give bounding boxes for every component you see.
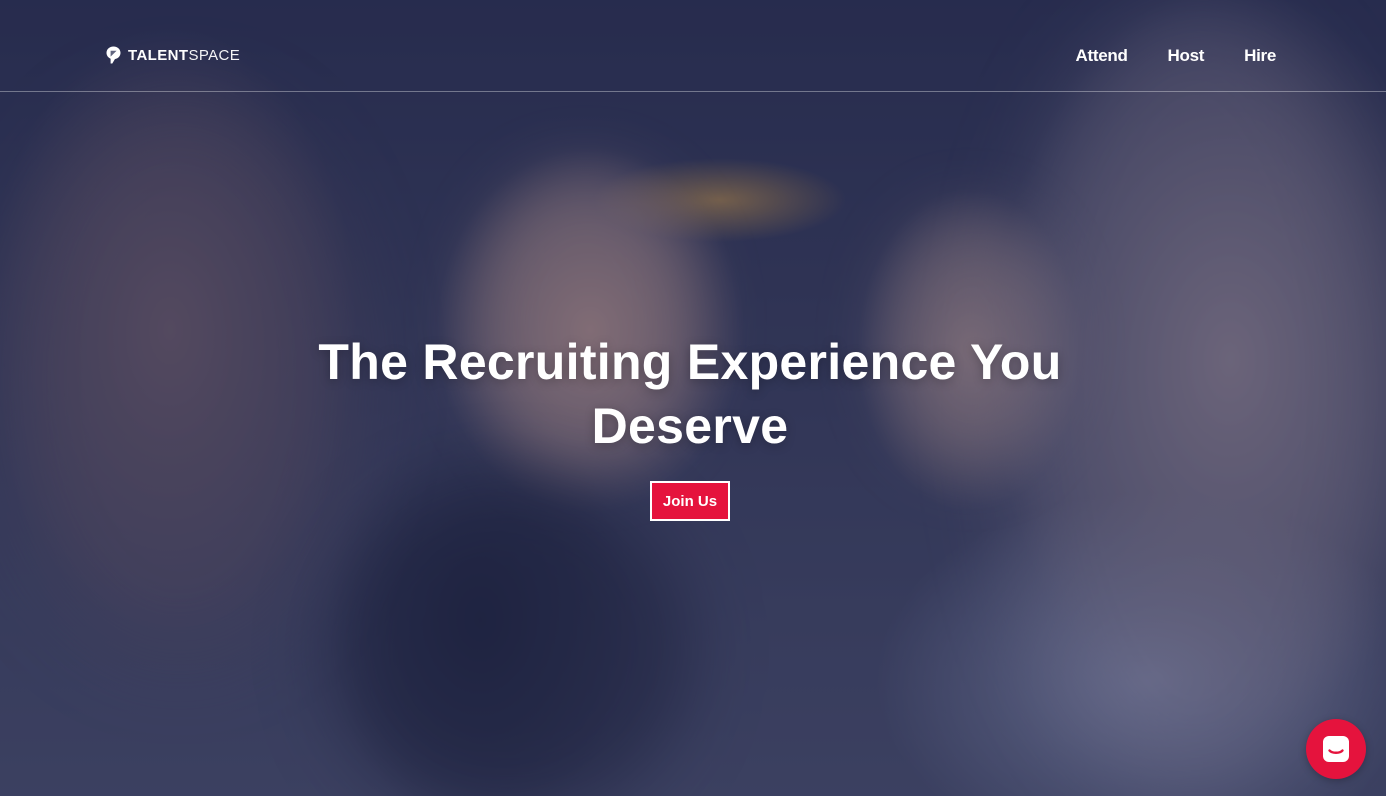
brand-name-light: SPACE (188, 46, 241, 64)
chat-icon (1323, 736, 1349, 762)
main-nav: Attend Host Hire (1076, 46, 1277, 66)
chat-launcher-button[interactable] (1306, 719, 1366, 779)
brand-name-bold: TALENT (128, 46, 189, 64)
hero-headline: The Recruiting Experience You Deserve (318, 334, 1062, 454)
talentspace-logo-icon (106, 46, 121, 64)
join-us-button[interactable]: Join Us (650, 481, 730, 521)
nav-hire-link[interactable]: Hire (1244, 46, 1276, 66)
nav-attend-link[interactable]: Attend (1076, 46, 1128, 66)
top-navigation-bar: TALENT SPACE Attend Host Hire (0, 0, 1386, 92)
brand-logo[interactable]: TALENT SPACE (106, 46, 240, 64)
nav-host-link[interactable]: Host (1168, 46, 1205, 66)
